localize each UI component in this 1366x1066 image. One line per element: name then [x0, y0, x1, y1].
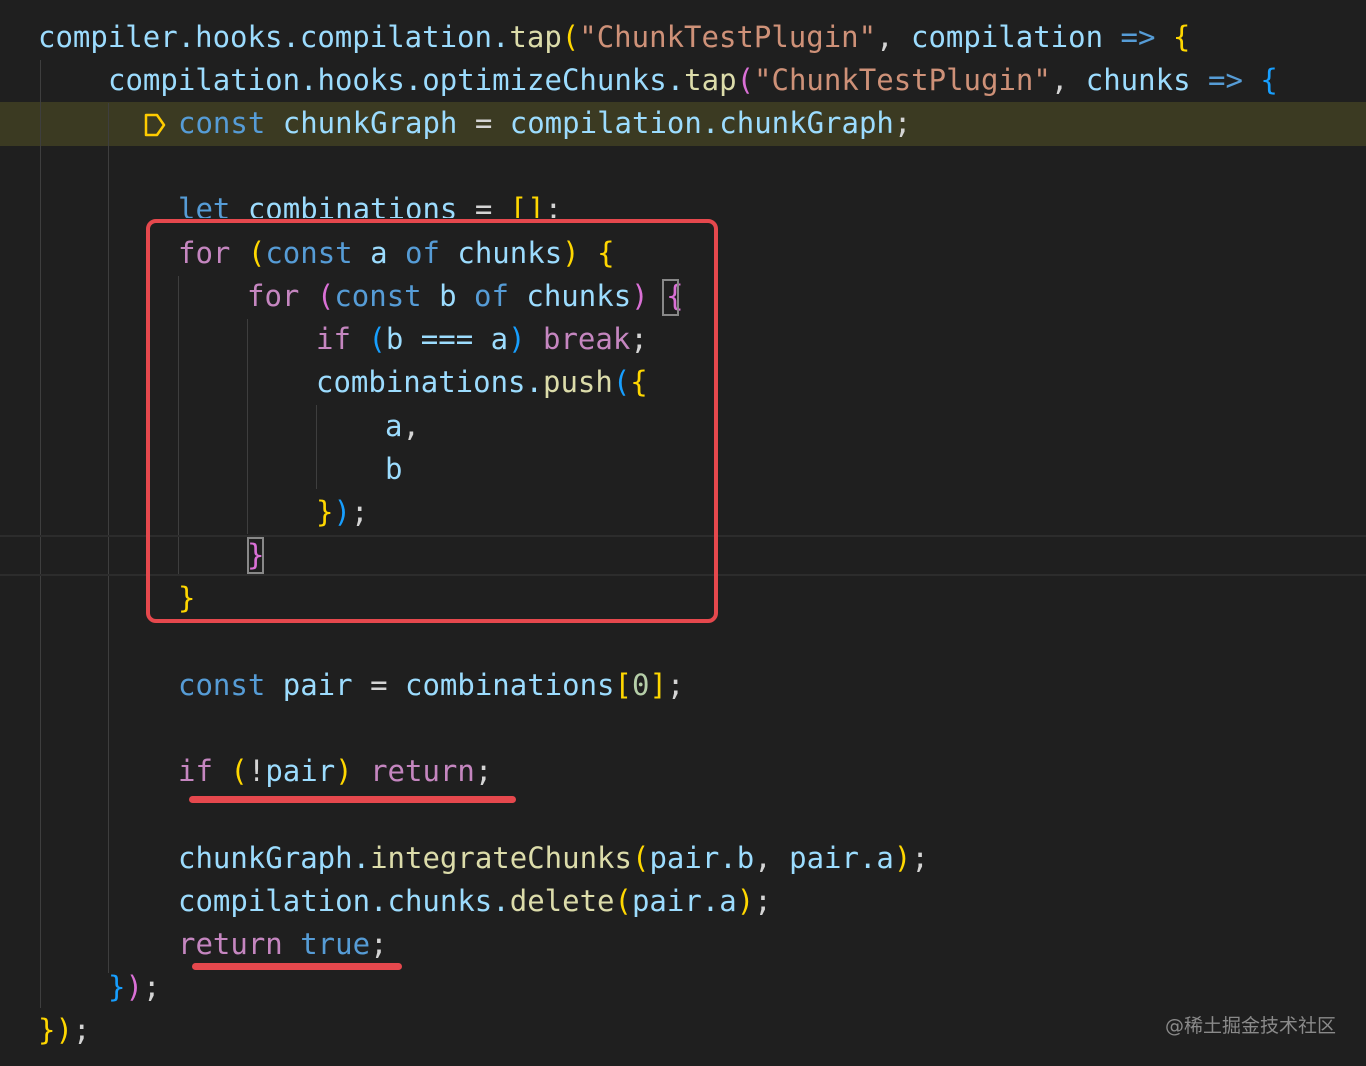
code-token: const	[178, 668, 283, 702]
code-token: chunkGraph	[282, 106, 458, 140]
code-token: ,	[876, 20, 911, 54]
code-token: }	[38, 1013, 56, 1047]
code-editor[interactable]: compiler.hooks.compilation.tap("ChunkTes…	[0, 0, 1366, 1066]
code-token: ;	[911, 841, 929, 875]
code-line[interactable]	[0, 707, 1366, 750]
code-token: ;	[72, 1013, 91, 1047]
annotation-box	[146, 219, 718, 623]
code-token: return	[370, 754, 475, 788]
code-line[interactable]: compiler.hooks.compilation.tap("ChunkTes…	[0, 16, 1366, 59]
annotation-underline	[189, 796, 516, 803]
code-token: ;	[666, 668, 685, 702]
code-token: combinations	[405, 668, 615, 702]
code-token: compilation.chunks.	[178, 884, 510, 918]
code-token: (	[561, 20, 580, 54]
code-line[interactable]	[0, 620, 1366, 663]
code-token: (	[736, 63, 755, 97]
code-token: (	[631, 841, 650, 875]
code-token: combinations	[247, 192, 458, 218]
code-token: )	[893, 841, 912, 875]
code-token: )	[335, 754, 371, 788]
code-token: pair.a	[789, 841, 894, 875]
code-line[interactable]: if (!pair) return;	[0, 750, 1366, 793]
code-token: delete	[509, 884, 615, 918]
code-token: ;	[142, 970, 161, 1004]
code-line[interactable]: let combinations = [];	[0, 188, 1366, 218]
code-token: =	[352, 668, 405, 702]
code-token: const	[178, 106, 283, 140]
code-token: chunks	[1085, 63, 1191, 97]
code-token: )	[736, 884, 755, 918]
code-line[interactable]: compilation.chunks.delete(pair.a);	[0, 880, 1366, 923]
code-token: tap	[509, 20, 562, 54]
code-token: return	[178, 927, 301, 961]
code-token: []	[509, 192, 545, 218]
annotation-underline	[192, 963, 402, 970]
code-token: pair	[265, 754, 336, 788]
code-token: pair.a	[631, 884, 737, 918]
code-token: !	[247, 754, 266, 788]
code-token: compilation.chunkGraph	[509, 106, 894, 140]
code-token: pair.b	[649, 841, 755, 875]
code-token: =	[457, 106, 510, 140]
code-token: )	[125, 970, 143, 1004]
code-token: =	[457, 192, 510, 218]
code-line[interactable]: const pair = combinations[0];	[0, 664, 1366, 707]
code-token: ;	[754, 884, 772, 918]
code-token: pair	[282, 668, 353, 702]
code-line[interactable]: compilation.hooks.optimizeChunks.tap("Ch…	[0, 59, 1366, 102]
code-token: true	[300, 927, 371, 961]
code-token: chunkGraph.	[178, 841, 371, 875]
code-token: ;	[370, 927, 388, 961]
code-token: "ChunkTestPlugin"	[579, 20, 877, 54]
code-line[interactable]: });	[0, 966, 1366, 1009]
code-token: compiler.hooks.compilation.	[38, 20, 510, 54]
code-token: (	[230, 754, 248, 788]
code-token: {	[1260, 63, 1278, 97]
watermark: @稀土掘金技术社区	[1164, 1015, 1336, 1037]
code-line[interactable]	[0, 145, 1366, 188]
code-token: integrateChunks	[370, 841, 632, 875]
code-token: ,	[1050, 63, 1086, 97]
code-token: =>	[1190, 63, 1261, 97]
code-token: ]	[649, 668, 667, 702]
code-token: let	[178, 192, 248, 218]
code-token: if	[178, 754, 231, 788]
code-token: compilation	[911, 20, 1104, 54]
code-token: tap	[684, 63, 737, 97]
code-token: }	[108, 970, 126, 1004]
code-line[interactable]: chunkGraph.integrateChunks(pair.b, pair.…	[0, 837, 1366, 880]
code-token: ,	[754, 841, 790, 875]
code-line[interactable]: });	[0, 1009, 1366, 1052]
code-token: ;	[544, 192, 563, 218]
code-token: 0	[631, 668, 650, 702]
code-token: (	[614, 884, 632, 918]
code-token: ;	[893, 106, 912, 140]
code-token: "ChunkTestPlugin"	[754, 63, 1051, 97]
code-token: [	[614, 668, 632, 702]
breakpoint-arrow-icon[interactable]	[144, 113, 166, 137]
code-line[interactable]: const chunkGraph = compilation.chunkGrap…	[0, 102, 1366, 145]
code-token: ;	[474, 754, 493, 788]
code-token: compilation.hooks.optimizeChunks.	[108, 63, 685, 97]
code-token: )	[55, 1013, 73, 1047]
code-token: =>	[1103, 20, 1173, 54]
code-line[interactable]: return true;	[0, 923, 1366, 966]
code-token: {	[1172, 20, 1191, 54]
